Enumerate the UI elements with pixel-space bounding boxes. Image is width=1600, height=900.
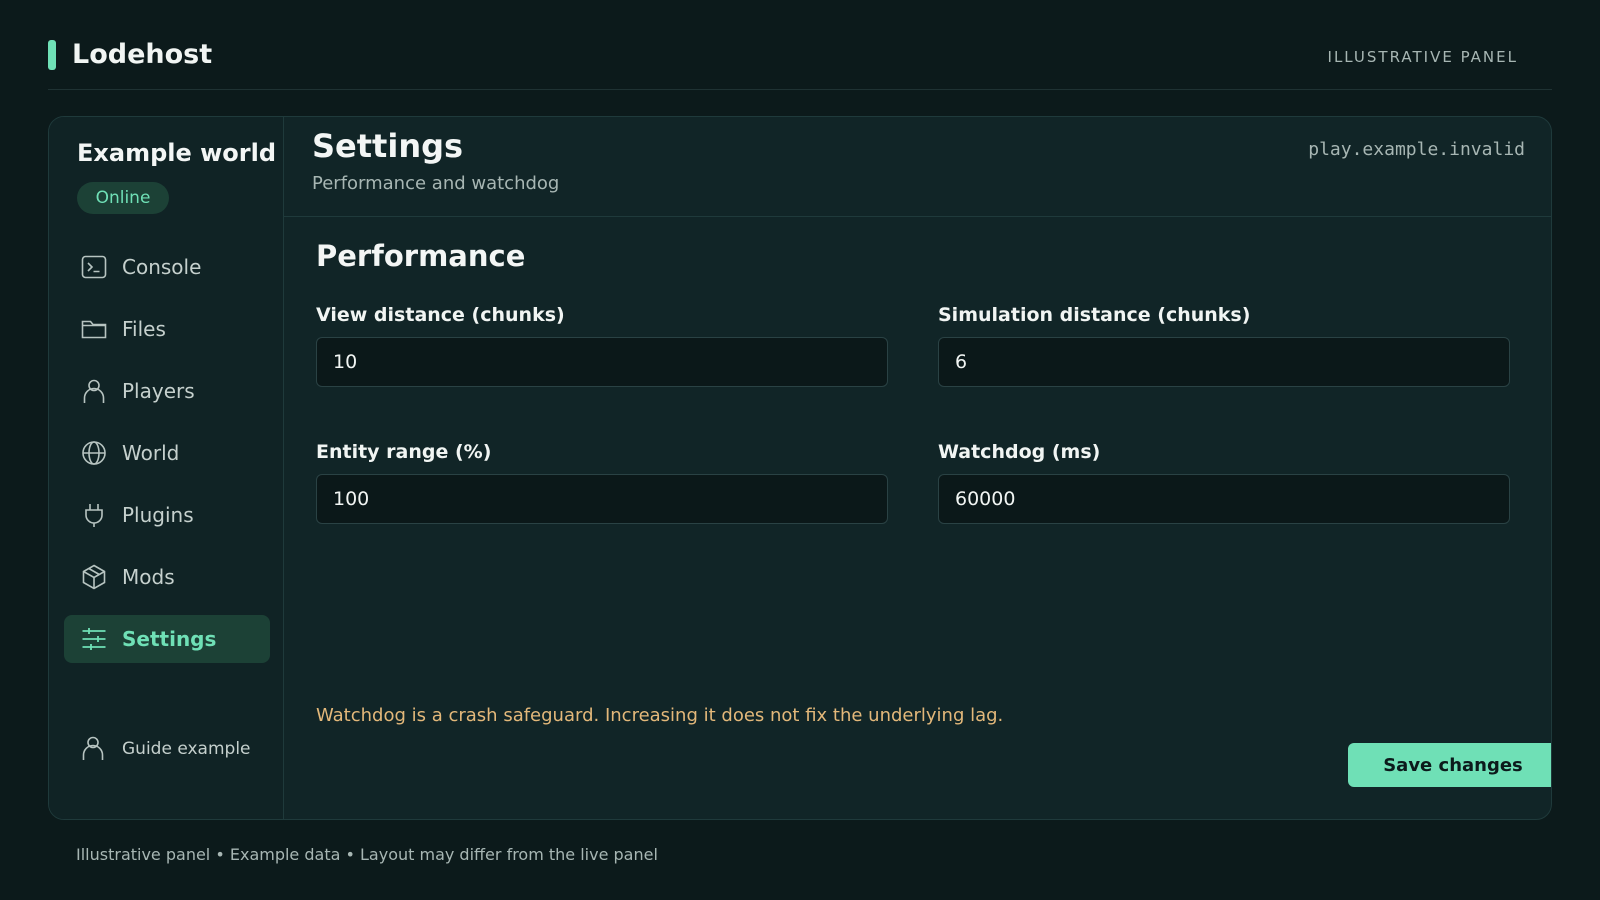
folder-icon bbox=[80, 315, 108, 343]
sidebar-item-label: Files bbox=[122, 317, 166, 341]
main-header: Settings Performance and watchdog play.e… bbox=[284, 117, 1551, 217]
sidebar-item-settings[interactable]: Settings bbox=[64, 615, 270, 663]
main-content: Settings Performance and watchdog play.e… bbox=[284, 117, 1551, 819]
sidebar-item-plugins[interactable]: Plugins bbox=[64, 491, 270, 539]
page-subtitle: Performance and watchdog bbox=[312, 173, 560, 194]
top-bar: Lodehost ILLUSTRATIVE PANEL bbox=[48, 30, 1552, 90]
user-account[interactable]: Guide example bbox=[80, 735, 251, 763]
view-distance-label: View distance (chunks) bbox=[316, 304, 565, 326]
sidebar-item-world[interactable]: World bbox=[64, 429, 270, 477]
server-name: Example world bbox=[77, 139, 277, 167]
sidebar-item-label: Settings bbox=[122, 627, 217, 651]
terminal-icon bbox=[80, 253, 108, 281]
view-distance-field: View distance (chunks) bbox=[316, 304, 888, 387]
section-title: Performance bbox=[316, 239, 526, 273]
user-name: Guide example bbox=[122, 739, 251, 759]
watchdog-field: Watchdog (ms) bbox=[938, 441, 1510, 524]
user-icon bbox=[80, 377, 108, 405]
panel-tag: ILLUSTRATIVE PANEL bbox=[1327, 48, 1518, 66]
sliders-icon bbox=[80, 625, 108, 653]
sidebar-item-label: Mods bbox=[122, 565, 175, 589]
page-title: Settings bbox=[312, 127, 464, 165]
sidebar-item-label: Plugins bbox=[122, 503, 194, 527]
plug-icon bbox=[80, 501, 108, 529]
brand-mark bbox=[48, 40, 56, 70]
sidebar-item-mods[interactable]: Mods bbox=[64, 553, 270, 601]
sidebar: Example world Online Console Files Playe… bbox=[49, 117, 284, 819]
cube-icon bbox=[80, 563, 108, 591]
view-distance-input[interactable] bbox=[316, 337, 888, 387]
sidebar-item-console[interactable]: Console bbox=[64, 243, 270, 291]
watchdog-label: Watchdog (ms) bbox=[938, 441, 1101, 463]
user-icon bbox=[80, 735, 108, 763]
simulation-distance-field: Simulation distance (chunks) bbox=[938, 304, 1510, 387]
sidebar-item-files[interactable]: Files bbox=[64, 305, 270, 353]
sidebar-item-label: World bbox=[122, 441, 180, 465]
status-badge: Online bbox=[77, 182, 169, 214]
simulation-distance-input[interactable] bbox=[938, 337, 1510, 387]
globe-icon bbox=[80, 439, 108, 467]
sidebar-item-players[interactable]: Players bbox=[64, 367, 270, 415]
sidebar-item-label: Console bbox=[122, 255, 202, 279]
brand-name: Lodehost bbox=[72, 39, 213, 70]
watchdog-input[interactable] bbox=[938, 474, 1510, 524]
watchdog-warning: Watchdog is a crash safeguard. Increasin… bbox=[316, 705, 1004, 726]
entity-range-label: Entity range (%) bbox=[316, 441, 492, 463]
entity-range-field: Entity range (%) bbox=[316, 441, 888, 524]
server-address: play.example.invalid bbox=[1308, 139, 1525, 160]
footer-note: Illustrative panel • Example data • Layo… bbox=[76, 845, 658, 864]
entity-range-input[interactable] bbox=[316, 474, 888, 524]
server-card: Example world Online Console Files Playe… bbox=[48, 116, 1552, 820]
sidebar-item-label: Players bbox=[122, 379, 195, 403]
save-button[interactable]: Save changes bbox=[1348, 743, 1551, 787]
simulation-distance-label: Simulation distance (chunks) bbox=[938, 304, 1251, 326]
page: Lodehost ILLUSTRATIVE PANEL Example worl… bbox=[0, 0, 1600, 900]
